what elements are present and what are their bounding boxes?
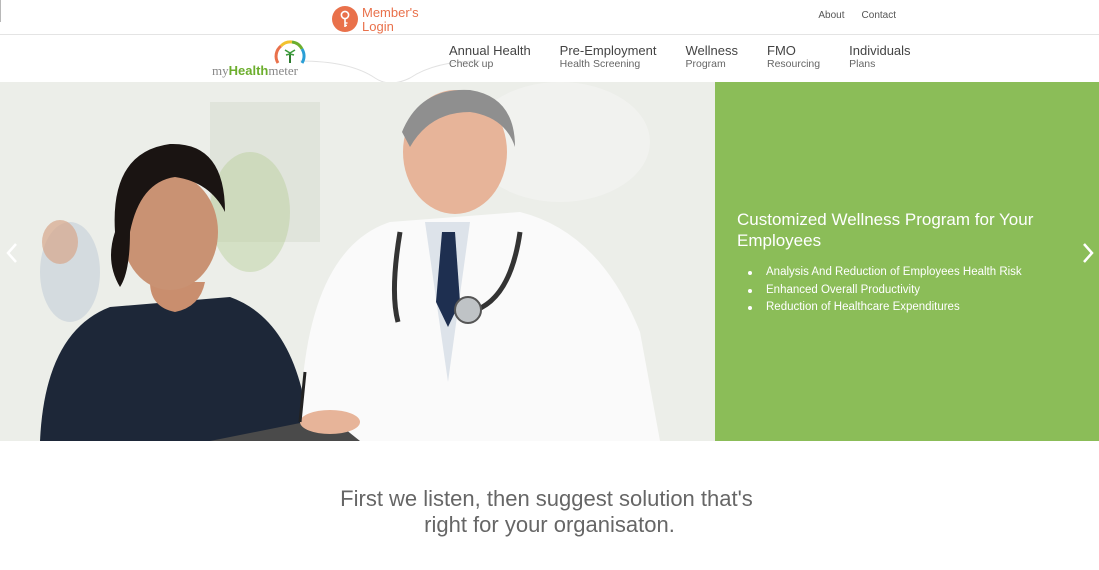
top-bar: About Contact [0, 0, 1099, 35]
nav-item-annual-health[interactable]: Annual Health Check up [449, 43, 531, 71]
left-edge-divider [0, 0, 1, 22]
logo-wordmark: myHealthmeter [212, 63, 298, 78]
nav-item-wellness[interactable]: Wellness Program [685, 43, 738, 71]
slider-next-button[interactable] [1080, 242, 1096, 264]
member-login-label: Member's Login [362, 5, 419, 34]
myhealthmeter-logo[interactable]: myHealthmeter [212, 37, 312, 81]
chevron-left-icon [6, 243, 17, 263]
contact-link[interactable]: Contact [862, 10, 896, 21]
nav-item-fmo[interactable]: FMO Resourcing [767, 43, 820, 71]
nav-menu: Annual Health Check up Pre-Employment He… [449, 43, 940, 71]
list-item: Reduction of Healthcare Expenditures [748, 299, 1022, 317]
chevron-right-icon [1083, 243, 1094, 263]
nav-item-pre-employment[interactable]: Pre-Employment Health Screening [560, 43, 657, 71]
hero-photo-doctor-patient [0, 82, 715, 441]
top-links: About Contact [818, 10, 896, 21]
hero-bullet-list: Analysis And Reduction of Employees Heal… [748, 264, 1022, 317]
about-link[interactable]: About [818, 10, 844, 21]
list-item: Enhanced Overall Productivity [748, 282, 1022, 300]
slider-prev-button[interactable] [4, 242, 20, 264]
hero-title: Customized Wellness Program for Your Emp… [737, 210, 1034, 250]
nav-item-individuals[interactable]: Individuals Plans [849, 43, 910, 71]
member-login-button[interactable]: Member's Login [332, 6, 419, 34]
tagline-heading: First we listen, then suggest solution t… [340, 486, 753, 537]
hero-text-panel: Customized Wellness Program for Your Emp… [715, 82, 1099, 441]
key-icon [332, 6, 358, 32]
hero-slider: Customized Wellness Program for Your Emp… [0, 82, 1099, 441]
list-item: Analysis And Reduction of Employees Heal… [748, 264, 1022, 282]
